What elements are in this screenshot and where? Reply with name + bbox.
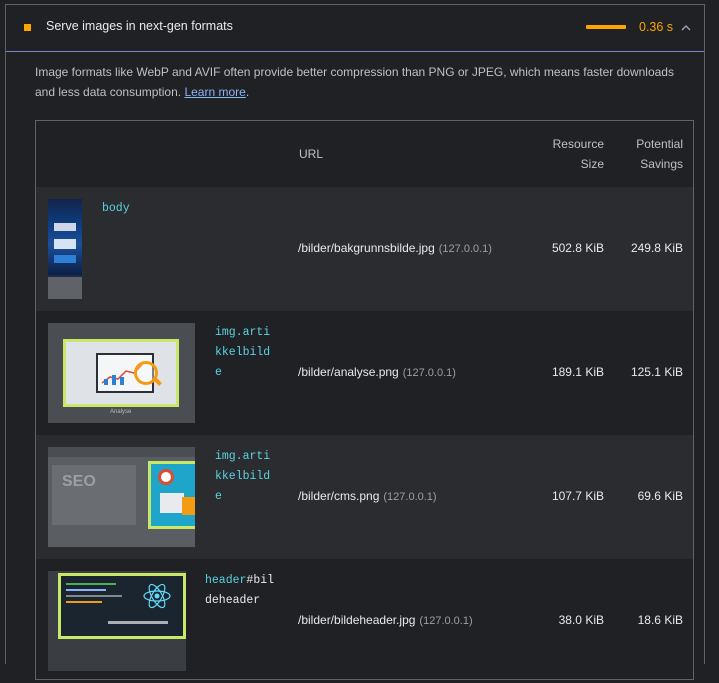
thumb-caption: SEO [62, 473, 96, 490]
potential-savings: 18.6 KiB [637, 613, 683, 627]
table-row: header#bildeheader /bilder/bildeheader.j… [36, 559, 693, 683]
resource-size: 502.8 KiB [551, 241, 604, 255]
description-end: . [245, 85, 250, 99]
potential-savings: 69.6 KiB [637, 489, 683, 503]
resource-size: 107.7 KiB [551, 489, 604, 503]
row-thumbnail[interactable] [48, 199, 82, 299]
node-tag: header [205, 574, 247, 587]
url-host: (127.0.0.1) [438, 243, 492, 255]
header-resource-size: Resource Size [536, 134, 604, 174]
row-thumbnail[interactable]: Analyse [48, 323, 195, 423]
table-header: URL Resource Size Potential Savings [36, 121, 693, 187]
description-text: Image formats like WebP and AVIF often p… [35, 65, 674, 99]
resource-size: 189.1 KiB [551, 365, 604, 379]
row-url[interactable]: /bilder/analyse.png (127.0.0.1) [298, 365, 456, 379]
node-label[interactable]: header#bildeheader [205, 571, 275, 611]
url-path: /bilder/bildeheader.jpg [298, 613, 416, 627]
potential-savings: 125.1 KiB [630, 365, 683, 379]
node-tag: img.artikkelbilde [215, 450, 271, 503]
header-potential-savings-line1: Potential [636, 137, 683, 151]
audit-header[interactable]: Serve images in next-gen formats 0.36 s [6, 5, 704, 52]
table-row: SEO img.artikkelbilde /bilder/cms.png (12… [36, 435, 693, 559]
row-url[interactable]: /bilder/bakgrunnsbilde.jpg (127.0.0.1) [298, 241, 492, 255]
audit-description: Image formats like WebP and AVIF often p… [35, 62, 685, 102]
row-url[interactable]: /bilder/bildeheader.jpg (127.0.0.1) [298, 613, 473, 627]
header-potential-savings-line2: Savings [640, 157, 683, 171]
node-tag: img.artikkelbilde [215, 326, 271, 379]
thumb-caption: Analyse [110, 409, 132, 415]
header-potential-savings: Potential Savings [616, 134, 683, 174]
url-host: (127.0.0.1) [383, 491, 437, 503]
details-table: URL Resource Size Potential Savings body… [35, 120, 694, 680]
header-resource-size-line2: Size [580, 157, 604, 171]
chevron-up-icon[interactable] [679, 21, 693, 35]
node-label[interactable]: img.artikkelbilde [215, 447, 275, 507]
savings-value: 0.36 s [639, 20, 674, 34]
audit-title: Serve images in next-gen formats [46, 19, 233, 33]
savings-bar [586, 25, 626, 29]
react-logo-icon [143, 583, 171, 609]
row-url[interactable]: /bilder/cms.png (127.0.0.1) [298, 489, 437, 503]
resource-size: 38.0 KiB [558, 613, 604, 627]
node-tag: body [102, 202, 130, 215]
header-url: URL [299, 147, 324, 161]
url-path: /bilder/analyse.png [298, 365, 399, 379]
audit-serve-next-gen-images: Serve images in next-gen formats 0.36 s … [5, 4, 705, 680]
url-host: (127.0.0.1) [419, 615, 473, 627]
potential-savings: 249.8 KiB [630, 241, 683, 255]
url-path: /bilder/cms.png [298, 489, 380, 503]
url-host: (127.0.0.1) [402, 367, 456, 379]
average-score-icon [24, 24, 31, 31]
url-path: /bilder/bakgrunnsbilde.jpg [298, 241, 435, 255]
header-resource-size-line1: Resource [552, 137, 604, 151]
node-label[interactable]: body [102, 199, 130, 219]
row-thumbnail[interactable]: SEO [48, 447, 195, 547]
node-label[interactable]: img.artikkelbilde [215, 323, 275, 383]
table-row: body /bilder/bakgrunnsbilde.jpg (127.0.0.… [36, 187, 693, 311]
row-thumbnail[interactable] [48, 571, 186, 671]
table-row: Analyse img.artikkelbilde /bilder/analys… [36, 311, 693, 435]
learn-more-link[interactable]: Learn more [184, 85, 245, 99]
